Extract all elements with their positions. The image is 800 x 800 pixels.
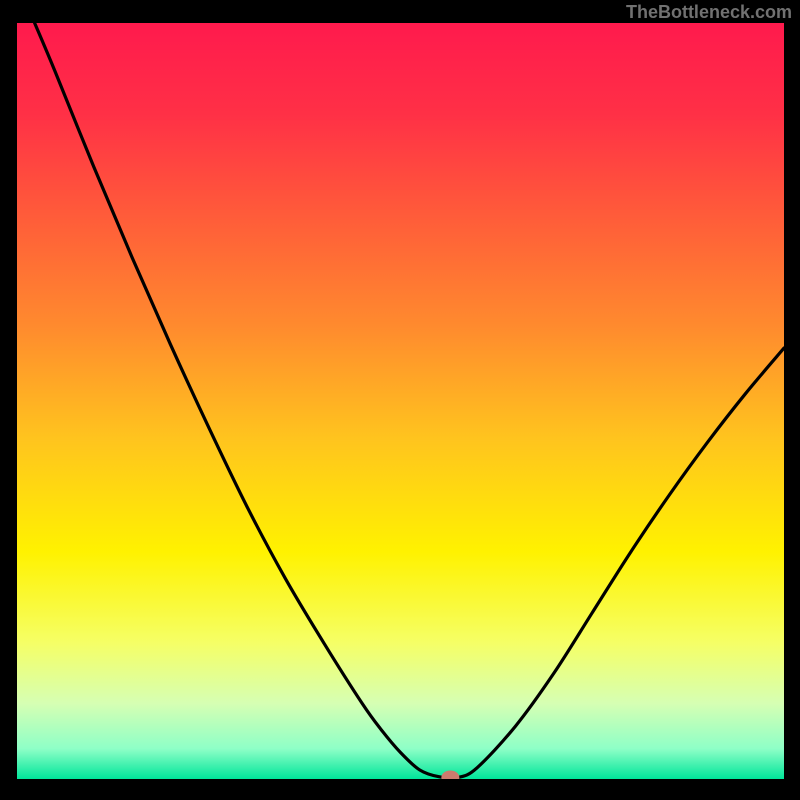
plot-area xyxy=(17,23,784,779)
attribution-label: TheBottleneck.com xyxy=(626,2,792,23)
gradient-background xyxy=(17,23,784,779)
bottleneck-chart xyxy=(17,23,784,779)
chart-container: TheBottleneck.com xyxy=(0,0,800,800)
